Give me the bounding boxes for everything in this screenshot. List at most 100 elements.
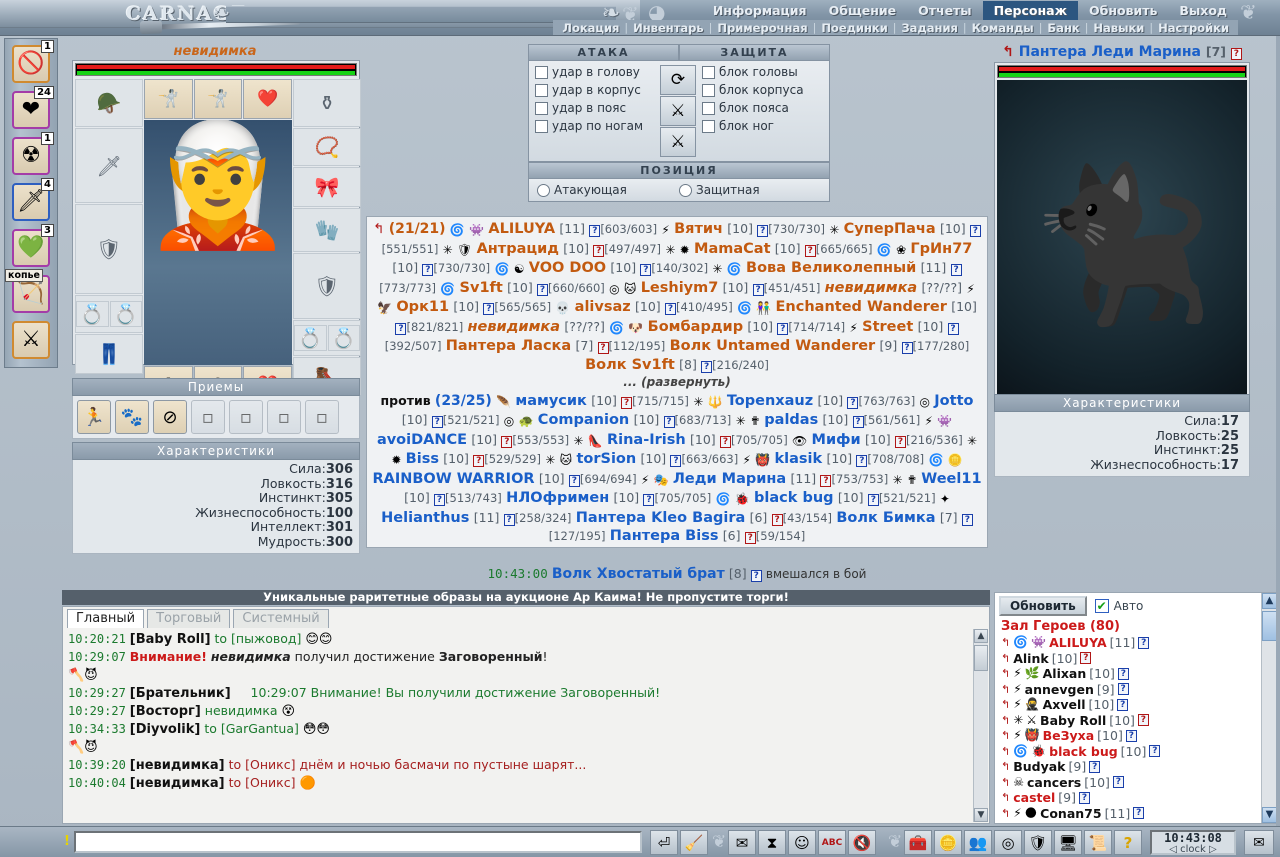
participant-name[interactable]: Волк Untamed Wanderer: [670, 338, 876, 354]
participant-name[interactable]: torSion: [576, 451, 636, 467]
participant-info-badge-icon[interactable]: ?: [894, 435, 906, 448]
radio-attacking[interactable]: [537, 183, 550, 197]
checkbox[interactable]: [702, 65, 715, 79]
participant-name[interactable]: Weel11: [921, 471, 981, 487]
participant-name[interactable]: alivsaz: [575, 299, 631, 315]
attack-retreat-icon-2[interactable]: 🤺: [193, 79, 243, 119]
hero-info-badge-icon[interactable]: ?: [1149, 745, 1161, 758]
checkbox[interactable]: [535, 83, 548, 97]
scroll-icon[interactable]: 📜: [1084, 830, 1112, 855]
attack-arrow-icon[interactable]: ↰: [1001, 651, 1010, 667]
defense-option-1[interactable]: блок корпуса: [702, 83, 823, 97]
submenu-navyki[interactable]: Навыки: [1088, 21, 1149, 35]
chat-recipient[interactable]: невидимка: [205, 703, 278, 718]
participant-name[interactable]: Вятич: [674, 221, 723, 237]
enemy-name[interactable]: Пантера Леди Марина: [1019, 44, 1201, 60]
shield-swords-icon[interactable]: 🛡: [1024, 830, 1052, 855]
ring-icon[interactable]: ◎: [994, 830, 1022, 855]
hero-name[interactable]: ALILUYA: [1049, 635, 1107, 651]
hero-list-item[interactable]: ↰ 🌀 👾 ALILUYA [11]?: [1001, 635, 1277, 651]
participant-info-badge-icon[interactable]: ?: [950, 264, 962, 276]
participant-name[interactable]: Street: [862, 319, 913, 335]
participant-info-badge-icon[interactable]: ?: [473, 455, 485, 467]
hero-name[interactable]: Budyak: [1013, 759, 1065, 775]
participant-name[interactable]: Мифи: [812, 432, 861, 448]
participant-info-badge-icon[interactable]: ?: [670, 455, 682, 467]
crossed-swords-icon[interactable]: ⚔: [660, 127, 696, 157]
hero-list-item[interactable]: ↰ ⚡ annevgen [9]?: [1001, 682, 1277, 698]
submenu-poedinki[interactable]: Поединки: [816, 21, 892, 35]
participant-name[interactable]: НЛОфримен: [506, 490, 609, 506]
attack-arrow-icon[interactable]: ↰: [1001, 666, 1010, 682]
submenu-bank[interactable]: Банк: [1042, 21, 1084, 35]
chat-scrollbar[interactable]: ▲ ▼: [973, 629, 988, 822]
eraser-icon[interactable]: 🧹: [680, 830, 708, 855]
heart-red-icon-top[interactable]: ❤️: [243, 79, 292, 119]
menu-item-informaciya[interactable]: Информация: [702, 1, 818, 20]
hero-list-item[interactable]: ↰ ⚡ 🌑 Conan75 [11]?: [1001, 806, 1277, 822]
participant-info-badge-icon[interactable]: ?: [820, 474, 832, 487]
sound-mute-icon[interactable]: 🔇: [848, 830, 876, 855]
slot-ring-gold[interactable]: 💍: [109, 301, 142, 327]
participant-info-badge-icon[interactable]: ?: [593, 244, 605, 257]
monitor-icon[interactable]: 🖥: [1054, 830, 1082, 855]
participant-name[interactable]: Волк Бимка: [836, 510, 935, 526]
hall-scroll-down-icon[interactable]: ▼: [1262, 807, 1277, 823]
participant-name[interactable]: Антрацид: [477, 241, 559, 257]
participant-info-badge-icon[interactable]: ?: [901, 342, 913, 354]
participant-info-badge-icon[interactable]: ?: [663, 416, 675, 428]
smiley-icon[interactable]: ☺: [788, 830, 816, 855]
hero-info-badge-icon[interactable]: ?: [1112, 776, 1124, 789]
hero-name[interactable]: Alink: [1013, 651, 1048, 667]
participant-name[interactable]: невидимка: [468, 319, 561, 335]
hero-list-item[interactable]: ↰ Alink [10]?: [1001, 651, 1277, 667]
auction-banner[interactable]: Уникальные раритетные образы на аукционе…: [62, 590, 990, 605]
help-icon[interactable]: ?: [1114, 830, 1142, 855]
defense-option-3[interactable]: блок ног: [702, 119, 823, 133]
participant-name[interactable]: Topenxauz: [727, 393, 813, 409]
participant-name[interactable]: RAINBOW WARRIOR: [372, 471, 534, 487]
scroll-thumb[interactable]: [974, 645, 988, 671]
participant-name[interactable]: Jotto: [934, 393, 973, 409]
submenu-zadaniya[interactable]: Задания: [897, 21, 963, 35]
participant-info-badge-icon[interactable]: ?: [867, 494, 879, 506]
battle-event-name[interactable]: Волк Хвостатый брат: [552, 566, 725, 582]
hero-name[interactable]: black bug: [1049, 744, 1118, 760]
participant-info-badge-icon[interactable]: ?: [568, 474, 580, 487]
slot-helmet[interactable]: 🪖: [75, 79, 143, 127]
chat-author[interactable]: [Diyvolik]: [130, 722, 201, 737]
effect-slot-double-heart-icon[interactable]: ❤ 24: [12, 86, 54, 129]
participant-info-badge-icon[interactable]: ?: [744, 532, 756, 544]
attack-option-3[interactable]: удар по ногам: [535, 119, 656, 133]
hall-scroll-thumb[interactable]: [1262, 611, 1277, 641]
expand-link[interactable]: ... (развернуть): [371, 546, 983, 548]
clock-label[interactable]: ◁ clock ▷: [1152, 844, 1234, 855]
hero-name[interactable]: Conan75: [1040, 806, 1101, 822]
participant-name[interactable]: avoiDANCE: [377, 432, 467, 448]
attack-arrow-icon[interactable]: ↰: [1001, 713, 1010, 729]
mail-check-icon[interactable]: ✉: [728, 830, 756, 855]
hall-scroll-up-icon[interactable]: ▲: [1262, 593, 1277, 609]
participant-info-badge-icon[interactable]: ?: [852, 416, 864, 428]
checkbox[interactable]: [702, 101, 715, 115]
hero-info-badge-icon[interactable]: ?: [1080, 652, 1092, 665]
hero-info-badge-icon[interactable]: ?: [1089, 760, 1101, 773]
hero-list-item[interactable]: ↰ ⚡ 👹 BeЗуха [10]?: [1001, 728, 1277, 744]
attack-arrow-icon[interactable]: ↰: [1001, 790, 1010, 806]
participant-name[interactable]: Leshiym7: [641, 280, 719, 296]
participant-info-badge-icon[interactable]: ?: [621, 396, 633, 409]
slot-gloves[interactable]: 🧤: [293, 208, 361, 252]
submenu-nastroyki[interactable]: Настройки: [1153, 21, 1234, 35]
chat-author[interactable]: [невидимка]: [130, 776, 225, 791]
slot-ring-silver[interactable]: 💍: [294, 325, 327, 351]
slot-earrings[interactable]: ⚱: [293, 79, 361, 127]
slot-rings-left[interactable]: 💍 💍: [75, 295, 143, 333]
participant-info-badge-icon[interactable]: ?: [719, 435, 731, 448]
checkbox[interactable]: [535, 119, 548, 133]
attack-arrow-icon[interactable]: ↰: [1001, 728, 1010, 744]
attack-arrow-icon[interactable]: ↰: [1001, 759, 1010, 775]
submenu-primerochnaya[interactable]: Примерочная: [712, 21, 812, 35]
hero-list-item[interactable]: ↰ 🌀 🐞 black bug [10]?: [1001, 744, 1277, 760]
menu-item-vyhod[interactable]: Выход: [1168, 1, 1238, 20]
hero-list-item[interactable]: ↰ castel [9]?: [1001, 790, 1277, 806]
